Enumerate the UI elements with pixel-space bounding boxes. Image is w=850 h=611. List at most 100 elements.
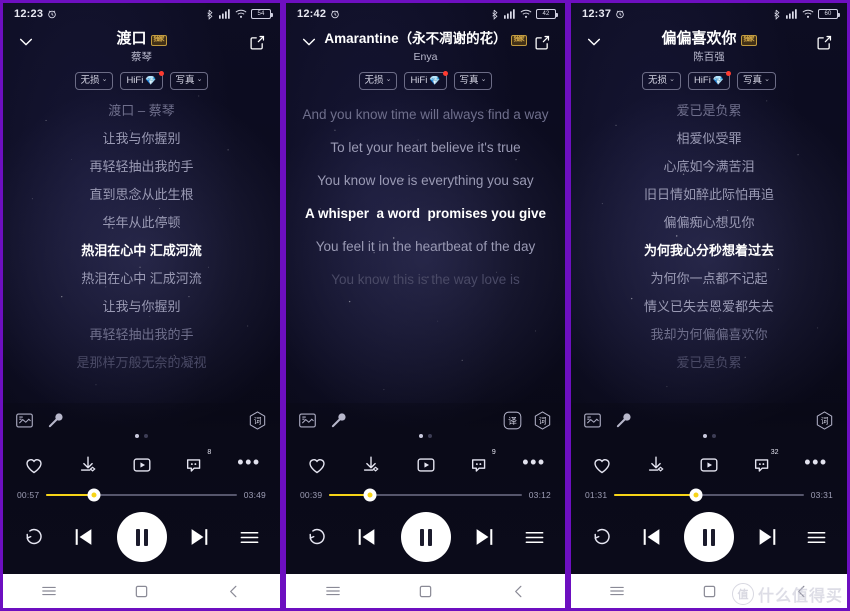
repeat-button[interactable] [17, 520, 51, 554]
back-button[interactable] [771, 584, 831, 599]
play-pause-button[interactable] [116, 512, 167, 562]
lyrics-panel[interactable]: 爱已是负累 相爱似受罪 心底如今满苦泪 旧日情如醉此际怕再追 偏偏痴心想见你 为… [571, 90, 847, 403]
more-button[interactable]: ••• [234, 450, 264, 480]
playlist-button[interactable] [232, 520, 266, 554]
video-button[interactable] [127, 450, 157, 480]
home-button[interactable] [679, 584, 739, 599]
share-button[interactable] [529, 29, 555, 55]
more-icon: ••• [804, 452, 828, 472]
lyric-toggle-icon[interactable]: 词 [247, 410, 268, 431]
share-button[interactable] [244, 29, 270, 55]
page-dot[interactable] [144, 434, 148, 438]
video-button[interactable] [694, 450, 724, 480]
collapse-player-button[interactable] [581, 29, 607, 55]
previous-button[interactable] [67, 520, 101, 554]
seek-bar[interactable] [46, 488, 237, 502]
poster-image-icon[interactable] [15, 411, 34, 430]
home-button[interactable] [111, 584, 171, 599]
download-button[interactable] [641, 450, 671, 480]
lyric-toggle-icon[interactable]: 词 [532, 410, 553, 431]
gem-icon: 💎 [429, 75, 441, 86]
lyrics-panel[interactable]: And you know time will always find a way… [286, 90, 565, 403]
download-button[interactable] [356, 450, 386, 480]
title-badge: 独家 [510, 34, 527, 46]
chevron-down-icon: ⌄ [480, 76, 487, 83]
next-button[interactable] [750, 520, 784, 554]
previous-button[interactable] [635, 520, 669, 554]
battery-icon: 54 [251, 9, 273, 19]
previous-button[interactable] [350, 520, 384, 554]
song-title-text: 偏偏喜欢你 [661, 30, 737, 47]
status-clock: 12:37 [582, 8, 612, 20]
play-pause-button[interactable] [400, 512, 451, 562]
next-button[interactable] [467, 520, 501, 554]
microphone-icon[interactable] [329, 411, 348, 430]
transport-row [15, 502, 268, 574]
seek-knob[interactable] [87, 488, 101, 502]
lyric-line: 再轻轻抽出我的手 [89, 159, 194, 174]
translate-toggle-icon[interactable]: 译 [502, 410, 523, 431]
seek-knob[interactable] [689, 488, 703, 502]
like-button[interactable] [587, 450, 617, 480]
seek-bar[interactable] [614, 488, 804, 502]
chip-hifi[interactable]: HiFi 💎 [120, 71, 164, 90]
quality-chip-row: 无损 ⌄ HiFi 💎 写真 ⌄ [581, 71, 837, 90]
recents-button[interactable] [19, 583, 79, 599]
repeat-button[interactable] [585, 520, 619, 554]
chip-lossless[interactable]: 无损 ⌄ [358, 72, 398, 90]
next-button[interactable] [182, 520, 216, 554]
repeat-button[interactable] [300, 520, 334, 554]
page-dot[interactable] [428, 434, 432, 438]
wifi-icon [520, 9, 532, 19]
chip-hifi[interactable]: HiFi 💎 [404, 71, 448, 90]
chip-hifi[interactable]: HiFi 💎 [687, 71, 732, 90]
chip-lossless[interactable]: 无损 ⌄ [642, 72, 681, 90]
chip-photo[interactable]: 写真 ⌄ [453, 72, 493, 90]
home-button[interactable] [396, 584, 456, 599]
chip-photo[interactable]: 写真 ⌄ [737, 72, 776, 90]
play-pause-button[interactable] [684, 512, 734, 562]
recents-button[interactable] [303, 583, 363, 599]
chip-label: 写真 [743, 75, 763, 86]
back-button[interactable] [204, 584, 264, 599]
playlist-button[interactable] [517, 520, 551, 554]
video-button[interactable] [411, 450, 441, 480]
lyrics-panel[interactable]: 渡口 – 蔡琴 让我与你握别 再轻轻抽出我的手 直到思念从此生根 华年从此停顿 … [3, 90, 280, 403]
microphone-icon[interactable] [46, 411, 65, 430]
like-button[interactable] [19, 450, 49, 480]
comment-button[interactable]: 9 [465, 449, 496, 480]
song-title: 偏偏喜欢你 独家 [661, 29, 757, 49]
download-button[interactable] [73, 450, 103, 480]
collapse-player-button[interactable] [296, 29, 322, 55]
pause-icon [419, 528, 432, 546]
like-button[interactable] [302, 450, 332, 480]
recents-button[interactable] [587, 583, 647, 599]
comment-button[interactable]: 32 [748, 449, 779, 480]
back-button[interactable] [489, 584, 549, 599]
lyric-line: 让我与你握别 [102, 131, 181, 146]
poster-image-icon[interactable] [298, 411, 317, 430]
song-title: Amarantine（永不凋谢的花） 独家 [324, 29, 527, 49]
elapsed-time: 01:31 [585, 490, 608, 500]
chip-lossless[interactable]: 无损 ⌄ [74, 72, 114, 90]
page-dot-active[interactable] [419, 434, 423, 438]
page-dot[interactable] [711, 434, 716, 438]
seek-knob[interactable] [363, 488, 377, 502]
more-button[interactable]: ••• [801, 450, 831, 480]
comment-button[interactable]: 8 [180, 449, 211, 480]
collapse-player-button[interactable] [13, 29, 39, 55]
lyric-line: 是那样万般无奈的凝视 [76, 355, 207, 370]
lyric-line-active: A whisper a word promises you give [304, 206, 547, 221]
microphone-icon[interactable] [614, 411, 633, 430]
page-dot-active[interactable] [135, 434, 139, 438]
share-button[interactable] [811, 29, 837, 55]
page-dot-active[interactable] [702, 434, 707, 438]
chip-label: 无损 [80, 75, 100, 86]
more-button[interactable]: ••• [519, 450, 549, 480]
seek-bar[interactable] [329, 488, 522, 502]
playlist-button[interactable] [799, 520, 833, 554]
chip-photo[interactable]: 写真 ⌄ [169, 72, 209, 90]
lyric-toggle-icon[interactable]: 词 [814, 410, 835, 431]
poster-image-icon[interactable] [583, 411, 602, 430]
svg-text:词: 词 [539, 416, 547, 425]
